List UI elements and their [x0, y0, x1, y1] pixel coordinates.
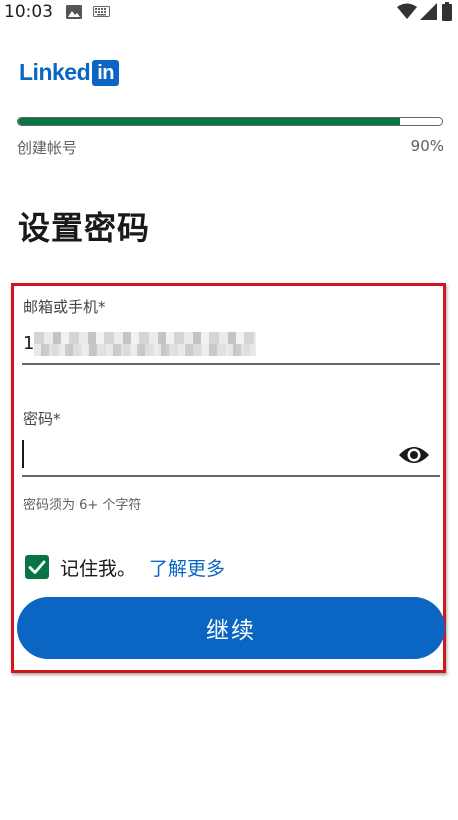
password-field-underline: [22, 475, 440, 477]
remember-me-checkbox[interactable]: [25, 555, 49, 579]
status-time: 10:03: [4, 2, 53, 22]
email-field[interactable]: 1: [23, 333, 34, 354]
signup-password-screen: 10:03 Linked in 创建帐号 90% 设置密码 邮箱或手机* 1 密…: [0, 0, 458, 820]
keyboard-icon: [93, 6, 110, 17]
page-title: 设置密码: [18, 209, 151, 247]
continue-button[interactable]: 继续: [17, 597, 445, 659]
email-field-underline: [22, 363, 440, 365]
checkmark-icon: [28, 560, 46, 574]
progress-fill: [18, 118, 400, 125]
password-field-label: 密码*: [23, 410, 61, 428]
linkedin-logo: Linked in: [19, 59, 120, 86]
gallery-icon: [66, 5, 82, 19]
progress-label: 创建帐号: [17, 139, 78, 157]
progress-bar: [17, 117, 443, 126]
email-redaction-lower: [34, 344, 256, 356]
logo-wordmark: Linked: [19, 59, 91, 85]
text-cursor: [22, 440, 24, 468]
battery-icon: [442, 2, 452, 21]
remember-me-label[interactable]: 记住我。: [60, 554, 136, 581]
password-hint: 密码须为 6+ 个字符: [23, 498, 142, 513]
eye-icon[interactable]: [398, 443, 430, 467]
signal-icon: [420, 3, 437, 20]
password-field[interactable]: [22, 436, 392, 472]
wifi-icon: [397, 3, 417, 19]
logo-in-box: in: [92, 59, 120, 86]
status-bar: 10:03: [0, 0, 458, 26]
learn-more-link[interactable]: 了解更多: [149, 554, 225, 581]
email-field-label: 邮箱或手机*: [23, 298, 106, 316]
progress-percent: 90%: [410, 137, 444, 155]
